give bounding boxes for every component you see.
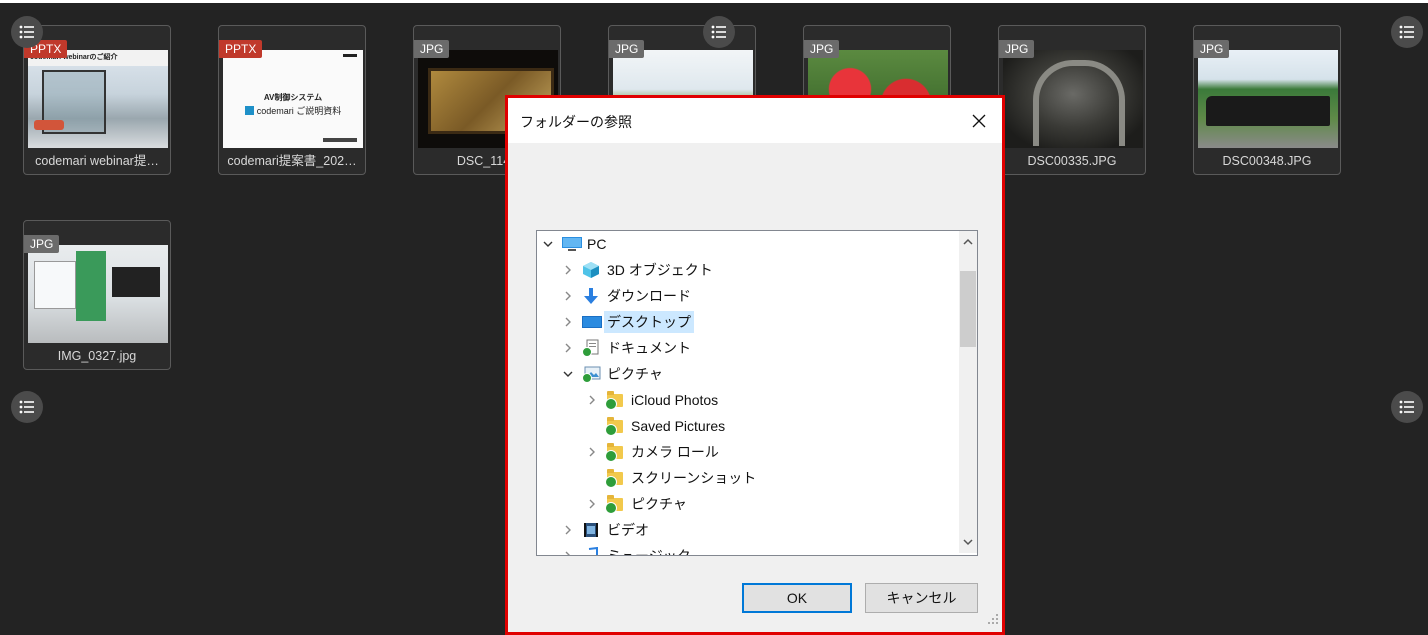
list-menu-icon[interactable] xyxy=(11,391,43,423)
tree-item-desktop[interactable]: デスクトップ xyxy=(561,309,694,335)
file-card[interactable]: JPG DSC00335.JPG xyxy=(998,25,1146,175)
codemari-logo-icon xyxy=(244,106,254,115)
folder-browse-dialog: フォルダーの参照 PC 3D オブジェクト ダウンロード デスクトップ ドキュメ… xyxy=(505,95,1005,635)
chevron-right-icon[interactable] xyxy=(561,549,575,555)
slide-footer xyxy=(323,138,357,142)
folder-icon xyxy=(605,495,625,514)
documents-icon xyxy=(581,339,601,357)
folder-icon xyxy=(605,391,625,410)
file-name: DSC00335.JPG xyxy=(1027,154,1117,168)
pictures-icon xyxy=(581,365,601,383)
file-name: IMG_0327.jpg xyxy=(57,349,137,363)
thumbnail-arch xyxy=(1033,60,1125,146)
thumbnail-tag xyxy=(343,54,357,57)
file-card[interactable]: JPG DSC00348.JPG xyxy=(1193,25,1341,175)
scrollbar-thumb[interactable] xyxy=(960,271,976,347)
thumbnail: AV制御システム codemari ご説明資料 xyxy=(223,50,363,148)
tree-item-documents[interactable]: ドキュメント xyxy=(561,335,691,361)
chevron-right-icon[interactable] xyxy=(585,497,599,511)
tree-item-saved-pictures[interactable]: Saved Pictures xyxy=(605,413,725,439)
thumbnail-sofa xyxy=(34,120,64,130)
list-menu-icon[interactable] xyxy=(1391,16,1423,48)
tree-item-music[interactable]: ミュージック xyxy=(561,543,691,555)
chevron-right-icon[interactable] xyxy=(561,341,575,355)
thumbnail-locomotive xyxy=(1206,96,1330,126)
top-edge-line xyxy=(0,0,1428,3)
scroll-down-icon[interactable] xyxy=(959,533,977,551)
chevron-right-icon[interactable] xyxy=(561,315,575,329)
file-card[interactable]: PPTX codemari webinarのご紹介 codemari webin… xyxy=(23,25,171,175)
tree-item-screenshots[interactable]: スクリーンショット xyxy=(605,465,756,491)
dialog-title: フォルダーの参照 xyxy=(520,114,632,130)
file-card[interactable]: JPG IMG_0327.jpg xyxy=(23,220,171,370)
tree-item-pictures-sub[interactable]: ピクチャ xyxy=(585,491,687,517)
slide-subtitle: codemari ご説明資料 xyxy=(223,104,363,117)
file-type-badge: JPG xyxy=(1194,40,1230,58)
close-icon xyxy=(972,114,986,128)
file-type-badge: JPG xyxy=(609,40,645,58)
tree-item-downloads[interactable]: ダウンロード xyxy=(561,283,691,309)
tree-item-3d-objects[interactable]: 3D オブジェクト xyxy=(561,257,713,283)
dialog-titlebar: フォルダーの参照 xyxy=(508,98,1002,143)
chevron-right-icon[interactable] xyxy=(561,263,575,277)
ok-button[interactable]: OK xyxy=(742,583,852,613)
video-icon xyxy=(581,521,601,539)
folder-tree[interactable]: PC 3D オブジェクト ダウンロード デスクトップ ドキュメント ピクチャ i… xyxy=(536,230,978,556)
tree-item-camera-roll[interactable]: カメラ ロール xyxy=(585,439,719,465)
folder-icon xyxy=(605,469,625,488)
desktop-icon xyxy=(581,313,602,331)
thumbnail: codemari webinarのご紹介 xyxy=(28,50,168,148)
chevron-right-icon[interactable] xyxy=(561,289,575,303)
chevron-down-icon[interactable] xyxy=(541,237,555,251)
file-name: codemari提案書_202… xyxy=(227,154,357,168)
file-type-badge: JPG xyxy=(804,40,840,58)
tree-item-pc[interactable]: PC xyxy=(541,231,606,257)
file-type-badge: JPG xyxy=(999,40,1035,58)
file-card[interactable]: PPTX AV制御システム codemari ご説明資料 codemari提案書… xyxy=(218,25,366,175)
thumbnail-curtain xyxy=(76,251,106,321)
chevron-right-icon[interactable] xyxy=(585,445,599,459)
folder-icon xyxy=(605,443,625,462)
file-name: codemari webinar提… xyxy=(35,154,159,168)
slide-title: AV制御システム xyxy=(263,93,323,102)
scroll-up-icon[interactable] xyxy=(959,233,977,251)
folder-icon xyxy=(605,417,625,436)
thumbnail xyxy=(28,245,168,343)
chevron-right-icon[interactable] xyxy=(585,393,599,407)
pc-icon xyxy=(561,235,582,253)
chevron-down-icon[interactable] xyxy=(561,367,575,381)
file-type-badge: JPG xyxy=(414,40,450,58)
thumbnail xyxy=(1198,50,1338,148)
thumbnail-monitor xyxy=(112,267,160,297)
thumbnail-screen xyxy=(34,261,76,309)
music-icon xyxy=(581,546,601,555)
close-button[interactable] xyxy=(966,108,992,134)
chevron-right-icon[interactable] xyxy=(561,523,575,537)
tree-item-icloud-photos[interactable]: iCloud Photos xyxy=(585,387,718,413)
file-type-badge: JPG xyxy=(24,235,60,253)
tree-item-videos[interactable]: ビデオ xyxy=(561,517,649,543)
3d-objects-icon xyxy=(581,261,601,279)
file-name: DSC00348.JPG xyxy=(1222,154,1312,168)
file-type-badge: PPTX xyxy=(219,40,263,58)
cancel-button[interactable]: キャンセル xyxy=(865,583,978,613)
download-icon xyxy=(581,287,601,305)
thumbnail xyxy=(1003,50,1143,148)
list-menu-icon[interactable] xyxy=(703,16,735,48)
list-menu-icon[interactable] xyxy=(11,16,43,48)
tree-scrollbar[interactable] xyxy=(959,231,977,553)
list-menu-icon[interactable] xyxy=(1391,391,1423,423)
resize-grip-icon[interactable] xyxy=(988,614,998,624)
tree-item-pictures[interactable]: ピクチャ xyxy=(561,361,663,387)
